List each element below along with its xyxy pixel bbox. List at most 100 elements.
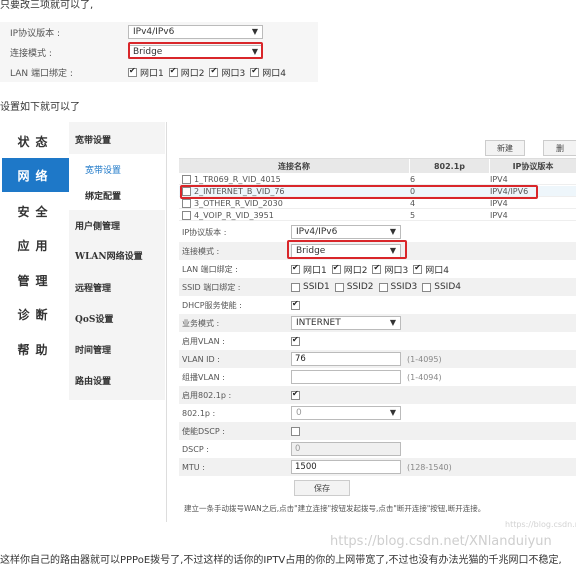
dscp-enable-label: 使能DSCP : [182, 426, 225, 436]
top-ip-version-value: IPv4/IPv6 [133, 27, 175, 37]
highlight-box [180, 185, 538, 199]
top-port-3[interactable]: 网口3 [209, 66, 245, 79]
ssid-label: SSID 端口绑定 : [182, 282, 241, 292]
vlan-enable-row: 启用VLAN : [179, 332, 576, 350]
top-ip-version-select[interactable]: IPv4/IPv6 ▼ [128, 25, 263, 39]
main-panel: 新建 删 连接名称 802.1p IP协议版本 1_TR069_R_VID_40… [166, 122, 576, 522]
service-select[interactable]: INTERNET ▼ [291, 316, 401, 330]
dscp-enable-row: 使能DSCP : [179, 422, 576, 440]
multicast-vlan-input[interactable] [291, 370, 401, 384]
sub-nav: 宽带设置 宽带设置 绑定配置 用户侧管理 WLAN网络设置 远程管理 QoS设置… [69, 122, 165, 400]
checkbox-icon[interactable] [182, 198, 191, 208]
vlan-enable-checkbox[interactable] [291, 335, 300, 346]
checkbox-icon[interactable] [291, 263, 300, 274]
nav-security[interactable]: 安全 [2, 194, 69, 228]
row-ipver: IPV4 [490, 174, 508, 184]
ssid-4[interactable]: SSID4 [422, 282, 461, 292]
ssid-2[interactable]: SSID2 [334, 282, 374, 292]
wan-table: 连接名称 802.1p IP协议版本 1_TR069_R_VID_4015 6 … [179, 158, 576, 221]
nav-application[interactable]: 应用 [2, 228, 69, 262]
dscp-label: DSCP : [182, 444, 209, 454]
dhcp-row: DHCP服务使能 : [179, 296, 576, 314]
top-lan-label: LAN 端口绑定 : [10, 68, 73, 79]
nav-status[interactable]: 状态 [2, 124, 69, 158]
chevron-down-icon: ▼ [389, 227, 396, 236]
subnav-broadband-header[interactable]: 宽带设置 [69, 124, 165, 154]
checkbox-icon[interactable] [422, 282, 432, 292]
lan-port-label: 网口4 [425, 265, 449, 276]
top-port-1[interactable]: 网口1 [128, 66, 164, 79]
service-row: 业务模式 : INTERNET ▼ [179, 314, 576, 332]
checkbox-icon[interactable] [168, 66, 178, 77]
row-8021p: 4 [410, 198, 416, 208]
subnav-routing[interactable]: 路由设置 [69, 365, 165, 395]
checkbox-icon[interactable] [128, 66, 137, 77]
new-button[interactable]: 新建 [485, 140, 525, 156]
multicast-vlan-row: 组播VLAN : (1-4094) [179, 368, 576, 386]
service-label: 业务模式 : [182, 318, 220, 328]
lan-port-1[interactable]: 网口1 [291, 263, 327, 276]
help-note: 建立一条手动拨号WAN之后,点击"建立连接"按钮发起拨号,点击"断开连接"按钮,… [184, 504, 486, 513]
ssid-1[interactable]: SSID1 [291, 282, 330, 292]
checkbox-icon[interactable] [413, 263, 423, 274]
mode-label: 连接模式 : [182, 246, 220, 256]
checkbox-icon[interactable] [182, 174, 191, 184]
table-row[interactable]: 1_TR069_R_VID_4015 6 IPV4 [179, 174, 576, 185]
subnav-user-side[interactable]: 用户侧管理 [69, 210, 165, 240]
highlight-box [128, 42, 263, 59]
dhcp-checkbox[interactable] [291, 299, 300, 310]
top-lan-row: LAN 端口绑定 : 网口1 网口2 网口3 网口4 [0, 62, 318, 82]
subnav-wlan[interactable]: WLAN网络设置 [69, 240, 165, 270]
bottom-text: 这样你自己的路由器就可以PPPoE拨号了,不过这样的话你的IPTV占用的你的上网… [0, 555, 562, 566]
top-port-4[interactable]: 网口4 [250, 66, 286, 79]
top-port-4-label: 网口4 [262, 68, 286, 79]
row-name: 1_TR069_R_VID_4015 [194, 174, 281, 184]
watermark-small: https://blog.csdn.ne [505, 520, 576, 529]
top-port-2[interactable]: 网口2 [168, 66, 204, 79]
highlight-box [287, 240, 407, 259]
main-nav: 状态 网络 安全 应用 管理 诊断 帮助 [2, 122, 69, 400]
p8021-row: 802.1p : 0 ▼ [179, 404, 576, 422]
lan-port-2[interactable]: 网口2 [331, 263, 367, 276]
subnav-time[interactable]: 时间管理 [69, 334, 165, 364]
checkbox-icon[interactable] [331, 263, 341, 274]
checkbox-icon[interactable] [209, 66, 219, 77]
vlan-id-input[interactable]: 76 [291, 352, 401, 366]
checkbox-icon[interactable] [250, 66, 260, 77]
dscp-input[interactable]: 0 [291, 442, 401, 456]
enable-8021p-checkbox[interactable] [291, 389, 300, 400]
ssid-3[interactable]: SSID3 [378, 282, 417, 292]
ssid-row: SSID 端口绑定 : SSID1 SSID2 SSID3 SSID4 [179, 278, 576, 296]
dhcp-label: DHCP服务使能 : [182, 300, 242, 310]
nav-management[interactable]: 管理 [2, 263, 69, 297]
setup-text: 设置如下就可以了 [0, 102, 80, 113]
lan-port-4[interactable]: 网口4 [413, 263, 449, 276]
chevron-down-icon: ▼ [389, 318, 396, 327]
delete-button[interactable]: 删 [543, 140, 576, 156]
table-row[interactable]: 3_OTHER_R_VID_2030 4 IPV4 [179, 198, 576, 209]
chevron-down-icon: ▼ [389, 408, 396, 417]
lan-port-3[interactable]: 网口3 [372, 263, 408, 276]
save-button[interactable]: 保存 [294, 480, 350, 496]
nav-network[interactable]: 网络 [2, 158, 69, 192]
checkbox-icon[interactable] [378, 282, 388, 292]
subnav-binding[interactable]: 绑定配置 [69, 180, 165, 210]
checkbox-icon[interactable] [372, 263, 382, 274]
row-name: 4_VOIP_R_VID_3951 [194, 210, 274, 220]
checkbox-icon[interactable] [334, 282, 344, 292]
nav-diagnostics[interactable]: 诊断 [2, 297, 69, 331]
ip-version-select[interactable]: IPv4/IPv6 ▼ [291, 225, 401, 239]
dscp-enable-checkbox[interactable] [291, 426, 300, 436]
mtu-label: MTU : [182, 462, 205, 472]
p8021-select[interactable]: 0 ▼ [291, 406, 401, 420]
subnav-remote[interactable]: 远程管理 [69, 272, 165, 302]
intro-text: 只要改三项就可以了, [0, 0, 94, 11]
table-row[interactable]: 4_VOIP_R_VID_3951 5 IPV4 [179, 210, 576, 221]
checkbox-icon[interactable] [291, 282, 300, 292]
subnav-qos[interactable]: QoS设置 [69, 303, 165, 333]
nav-help[interactable]: 帮助 [2, 332, 69, 366]
mtu-row: MTU : 1500 (128-1540) [179, 458, 576, 476]
dscp-row: DSCP : 0 [179, 440, 576, 458]
mtu-input[interactable]: 1500 [291, 460, 401, 474]
checkbox-icon[interactable] [182, 210, 191, 220]
